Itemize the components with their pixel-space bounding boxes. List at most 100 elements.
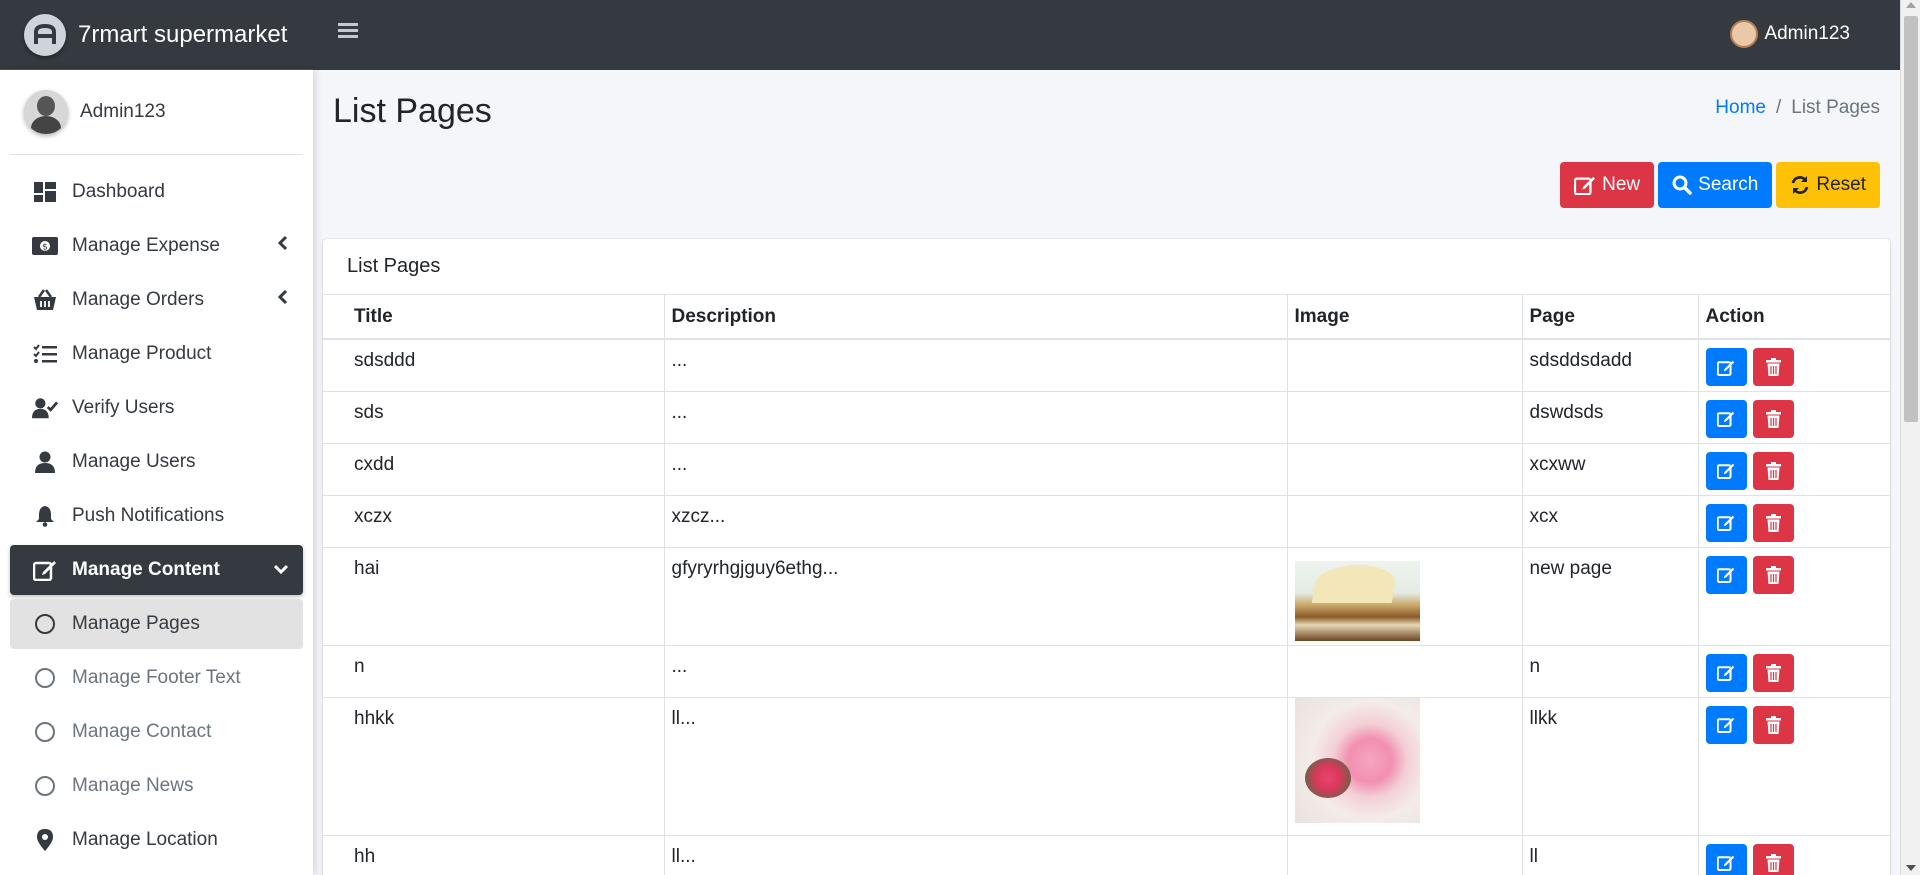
edit-icon	[1717, 515, 1735, 531]
page-actions: New Search Reset	[1560, 162, 1880, 208]
sidebar-item-verify-users[interactable]: Verify Users	[10, 383, 303, 433]
sidebar-item-label: Manage Expense	[72, 235, 220, 256]
tasks-icon	[32, 342, 58, 366]
delete-row-button[interactable]	[1752, 843, 1794, 875]
edit-icon	[1717, 855, 1735, 871]
sidebar-item-label: Push Notifications	[72, 505, 225, 526]
trash-icon	[1765, 409, 1781, 428]
breadcrumb-separator: /	[1775, 97, 1782, 118]
sidebar-item-manage-orders[interactable]: Manage Orders	[10, 275, 303, 325]
user-menu[interactable]: Admin123	[1730, 20, 1850, 48]
search-button-label: Search	[1698, 174, 1759, 195]
chevron-down-icon	[273, 559, 289, 581]
sidebar-item-manage-expense[interactable]: $ Manage Expense	[10, 221, 303, 271]
sidebar-subitem-manage-pages[interactable]: Manage Pages	[10, 599, 303, 649]
user-check-icon	[32, 396, 58, 420]
trash-icon	[1765, 565, 1781, 584]
sidebar-item-dashboard[interactable]: Dashboard	[10, 167, 303, 217]
edit-row-button[interactable]	[1705, 451, 1747, 490]
cell-actions	[1698, 696, 1890, 835]
cell-title: sdsddd	[323, 338, 665, 391]
cell-image	[1287, 338, 1523, 391]
delete-row-button[interactable]	[1752, 653, 1794, 692]
new-button-label: New	[1602, 174, 1641, 195]
column-header-description: Description	[664, 295, 1288, 340]
sidebar-subitem-manage-footer-text[interactable]: Manage Footer Text	[10, 653, 303, 703]
refresh-icon	[1791, 176, 1809, 194]
edit-row-button[interactable]	[1705, 503, 1747, 542]
list-pages-card: List Pages Title Description Image Page …	[323, 239, 1890, 875]
cell-actions	[1698, 644, 1890, 697]
cell-title: sds	[323, 390, 665, 443]
sidebar-subitem-manage-contact[interactable]: Manage Contact	[10, 707, 303, 757]
user-avatar-icon	[1730, 20, 1759, 48]
cell-page: sdsddsdadd	[1522, 338, 1699, 391]
sidebar-item-label: Manage Content	[72, 559, 220, 580]
delete-row-button[interactable]	[1752, 705, 1794, 744]
scrollbar-thumb[interactable]	[1904, 16, 1918, 422]
cell-actions	[1698, 494, 1890, 547]
delete-row-button[interactable]	[1752, 451, 1794, 490]
table-row: hh ll... ll	[323, 834, 1890, 875]
cell-description: ll...	[664, 834, 1288, 875]
table-row: hai gfyryrhgjguy6ethg... new page	[323, 546, 1890, 645]
search-button[interactable]: Search	[1658, 162, 1773, 208]
delete-row-button[interactable]	[1752, 348, 1794, 386]
cell-title: cxdd	[323, 442, 665, 495]
sidebar-item-label: Manage Location	[72, 829, 218, 850]
delete-row-button[interactable]	[1752, 503, 1794, 542]
delete-row-button[interactable]	[1752, 399, 1794, 438]
table-row: xczx xzcz... xcx	[323, 494, 1890, 547]
edit-row-button[interactable]	[1705, 843, 1747, 875]
chevron-left-icon	[277, 289, 289, 311]
dashboard-icon	[32, 180, 58, 204]
breadcrumb-home-link[interactable]: Home	[1715, 97, 1766, 119]
sidebar-item-manage-location[interactable]: Manage Location	[10, 815, 303, 865]
cell-title: hhkk	[323, 696, 665, 835]
scroll-down-arrow-icon[interactable]	[1906, 865, 1916, 871]
cell-actions	[1698, 390, 1890, 443]
sidebar-item-manage-content[interactable]: Manage Content	[10, 545, 303, 595]
sidebar-item-label: Manage News	[72, 775, 194, 796]
sidebar-user-name: Admin123	[80, 101, 166, 122]
sidebar-subitem-manage-news[interactable]: Manage News	[10, 761, 303, 811]
main-content: List Pages Home / List Pages New Search …	[313, 70, 1900, 875]
edit-row-button[interactable]	[1705, 399, 1747, 438]
trash-icon	[1765, 513, 1781, 532]
edit-row-button[interactable]	[1705, 555, 1747, 594]
sidebar-item-manage-product[interactable]: Manage Product	[10, 329, 303, 379]
scroll-up-arrow-icon[interactable]	[1906, 2, 1916, 8]
sidebar-item-label: Manage Footer Text	[72, 667, 241, 688]
cell-image	[1287, 696, 1523, 835]
edit-row-button[interactable]	[1705, 653, 1747, 692]
search-icon	[1672, 175, 1692, 195]
sidebar-item-push-notifications[interactable]: Push Notifications	[10, 491, 303, 541]
brand-link[interactable]: 7rmart supermarket	[0, 0, 313, 70]
edit-icon	[1717, 665, 1735, 681]
cell-image	[1287, 834, 1523, 875]
edit-icon	[1717, 717, 1735, 733]
page-scrollbar[interactable]	[1900, 0, 1920, 875]
sidebar-item-label: Manage Product	[72, 343, 212, 364]
sidebar-item-label: Manage Contact	[72, 721, 212, 742]
pages-table: Title Description Image Page Action sdsd…	[323, 295, 1890, 875]
table-row: sdsddd ... sdsddsdadd	[323, 338, 1890, 391]
sidebar-user-panel[interactable]: Admin123	[10, 70, 303, 155]
circle-icon	[32, 774, 58, 798]
reset-button-label: Reset	[1816, 174, 1866, 195]
column-header-title: Title	[323, 295, 665, 340]
sidebar-item-label: Manage Users	[72, 451, 196, 472]
brand-name: 7rmart supermarket	[78, 20, 288, 48]
cell-description: ...	[664, 390, 1288, 443]
edit-row-button[interactable]	[1705, 348, 1747, 386]
card-title: List Pages	[323, 239, 1890, 295]
cell-title: xczx	[323, 494, 665, 547]
edit-icon	[1574, 176, 1596, 195]
delete-row-button[interactable]	[1752, 555, 1794, 594]
menu-toggle-icon[interactable]	[338, 20, 364, 48]
new-button[interactable]: New	[1560, 162, 1655, 208]
reset-button[interactable]: Reset	[1776, 162, 1880, 208]
sidebar-item-manage-users[interactable]: Manage Users	[10, 437, 303, 487]
edit-icon	[1717, 567, 1735, 583]
edit-row-button[interactable]	[1705, 705, 1747, 744]
